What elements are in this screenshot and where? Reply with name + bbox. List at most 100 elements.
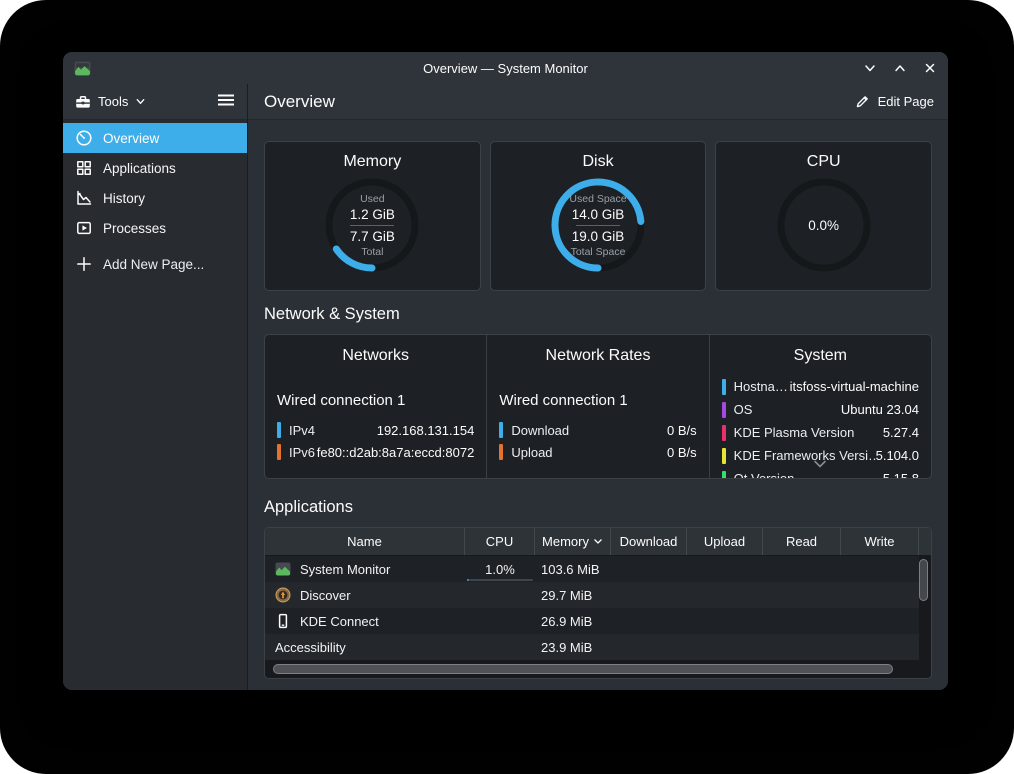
table-body: System Monitor 1.0% 103.6 MiB Discover 2… [265,556,931,660]
sidebar-item-overview[interactable]: Overview [63,123,247,153]
upload-label: Upload [511,444,553,460]
hamburger-icon [218,94,234,106]
memory-gauge: Used 1.2 GiB 7.7 GiB Total [323,176,421,274]
vertical-scrollbar-thumb[interactable] [919,559,928,601]
sidebar-item-add-new-page[interactable]: Add New Page... [63,249,247,279]
download-label: Download [511,422,570,438]
sensor-color-swatch [721,447,726,464]
network-rates-column: Network Rates Wired connection 1 Downloa… [486,335,708,478]
sidebar-item-applications[interactable]: Applications [63,153,247,183]
sensor-color-swatch [499,444,504,460]
app-memory: 23.9 MiB [541,639,593,655]
cpu-usage-bar [467,579,533,581]
cpu-card: CPU 0.0% [715,141,933,291]
networks-title: Networks [342,347,409,364]
app-name: System Monitor [300,561,391,577]
sidebar-menu: Overview Applications History Processes … [63,120,247,279]
sidebar-item-processes[interactable]: Processes [63,213,247,243]
sidebar: Tools Overview Applications History Proc… [63,84,248,690]
column-header-name[interactable]: Name [265,528,465,555]
app-cpu: 1.0% [485,561,515,577]
app-name: Discover [300,587,351,603]
horizontal-scrollbar-track [265,660,931,678]
ipv6-label: IPv6 [289,444,316,460]
hostname-value: itsfoss-virtual-machine [789,379,919,394]
disk-total-label: Total Space [570,245,626,258]
download-value: 0 B/s [667,422,697,438]
networks-column: Networks Wired connection 1 IPv4 192.168… [265,335,486,478]
processes-icon [77,221,91,235]
sidebar-item-label: Applications [103,160,176,176]
discover-app-icon [275,587,291,603]
column-header-write[interactable]: Write [841,528,919,555]
sidebar-item-history[interactable]: History [63,183,247,213]
window-title: Overview — System Monitor [423,60,588,76]
section-heading-applications: Applications [264,498,353,516]
sidebar-item-label: History [103,190,146,206]
table-row-kde-connect[interactable]: KDE Connect 26.9 MiB [265,608,919,634]
frameworks-version-value: 5.104.0 [875,448,919,463]
hamburger-menu-button[interactable] [215,91,237,112]
frameworks-version-label: KDE Frameworks Versi… [733,448,876,463]
minimize-button[interactable] [862,60,878,76]
applications-table: Name CPU Memory Download Upload Read Wri… [264,527,932,679]
cpu-card-title: CPU [806,153,841,170]
hostname-label: Hostna… [733,379,788,394]
sidebar-item-label: Overview [103,130,160,146]
plus-icon [77,257,91,271]
qt-version-label: Qt Version [734,471,795,478]
os-row: OS Ubuntu 23.04 [721,398,919,421]
network-rates-connection-name: Wired connection 1 [499,392,628,409]
plasma-version-value: 5.27.4 [882,425,919,440]
memory-card-title: Memory [343,153,402,170]
memory-card: Memory Used 1.2 GiB 7.7 GiB Total [264,141,481,291]
horizontal-scrollbar-thumb[interactable] [273,664,893,674]
disk-gauge: Used Space 14.0 GiB 19.0 GiB Total Space [549,176,647,274]
column-header-read[interactable]: Read [763,528,841,555]
page-title: Overview [264,91,335,111]
sidebar-item-label: Processes [103,220,167,236]
column-header-download[interactable]: Download [611,528,687,555]
pencil-icon [856,96,868,108]
system-monitor-app-icon [74,60,91,77]
scroll-down-hint-icon[interactable] [813,455,827,473]
sensor-color-swatch [721,424,726,441]
qt-version-value: 5.15.8 [883,471,919,478]
sensor-color-swatch [721,401,726,418]
section-heading-network-system: Network & System [264,305,400,323]
gauge-icon [76,130,92,146]
column-header-cpu[interactable]: CPU [465,528,535,555]
ipv4-value: 192.168.131.154 [376,422,475,438]
ipv4-row: IPv4 192.168.131.154 [277,419,474,441]
app-memory: 26.9 MiB [541,613,593,629]
app-memory: 29.7 MiB [541,587,593,603]
screenshot-stage: Overview — System Monitor Tools Overview… [0,0,1014,774]
gauge-cards-row: Memory Used 1.2 GiB 7.7 GiB Total Disk U… [264,141,933,291]
sensor-color-swatch [721,470,726,478]
table-row-system-monitor[interactable]: System Monitor 1.0% 103.6 MiB [265,556,919,582]
close-button[interactable] [922,60,938,76]
plasma-version-label: KDE Plasma Version [733,425,855,440]
history-chart-icon [77,190,92,205]
sensor-color-swatch [277,444,281,460]
tools-button[interactable]: Tools [75,94,146,109]
ipv6-value: fe80::d2ab:8a7a:eccd:8072 [316,444,475,460]
sidebar-header: Tools [63,84,247,120]
os-value: Ubuntu 23.04 [840,402,919,417]
table-row-accessibility[interactable]: Accessibility 23.9 MiB [265,634,919,660]
grid-icon [77,161,91,175]
disk-used-label: Used Space [569,192,627,205]
column-header-upload[interactable]: Upload [687,528,763,555]
cpu-gauge: 0.0% [775,176,873,274]
table-header: Name CPU Memory Download Upload Read Wri… [265,528,931,556]
network-system-card: Networks Wired connection 1 IPv4 192.168… [264,334,932,479]
maximize-button[interactable] [892,60,908,76]
app-memory: 103.6 MiB [541,561,600,577]
disk-used-value: 14.0 GiB [571,206,625,222]
chevron-down-icon [136,98,145,105]
titlebar[interactable]: Overview — System Monitor [63,52,948,84]
column-header-memory[interactable]: Memory [535,528,611,555]
edit-page-button[interactable]: Edit Page [855,94,934,109]
table-row-discover[interactable]: Discover 29.7 MiB [265,582,919,608]
gauge-divider [350,224,395,226]
